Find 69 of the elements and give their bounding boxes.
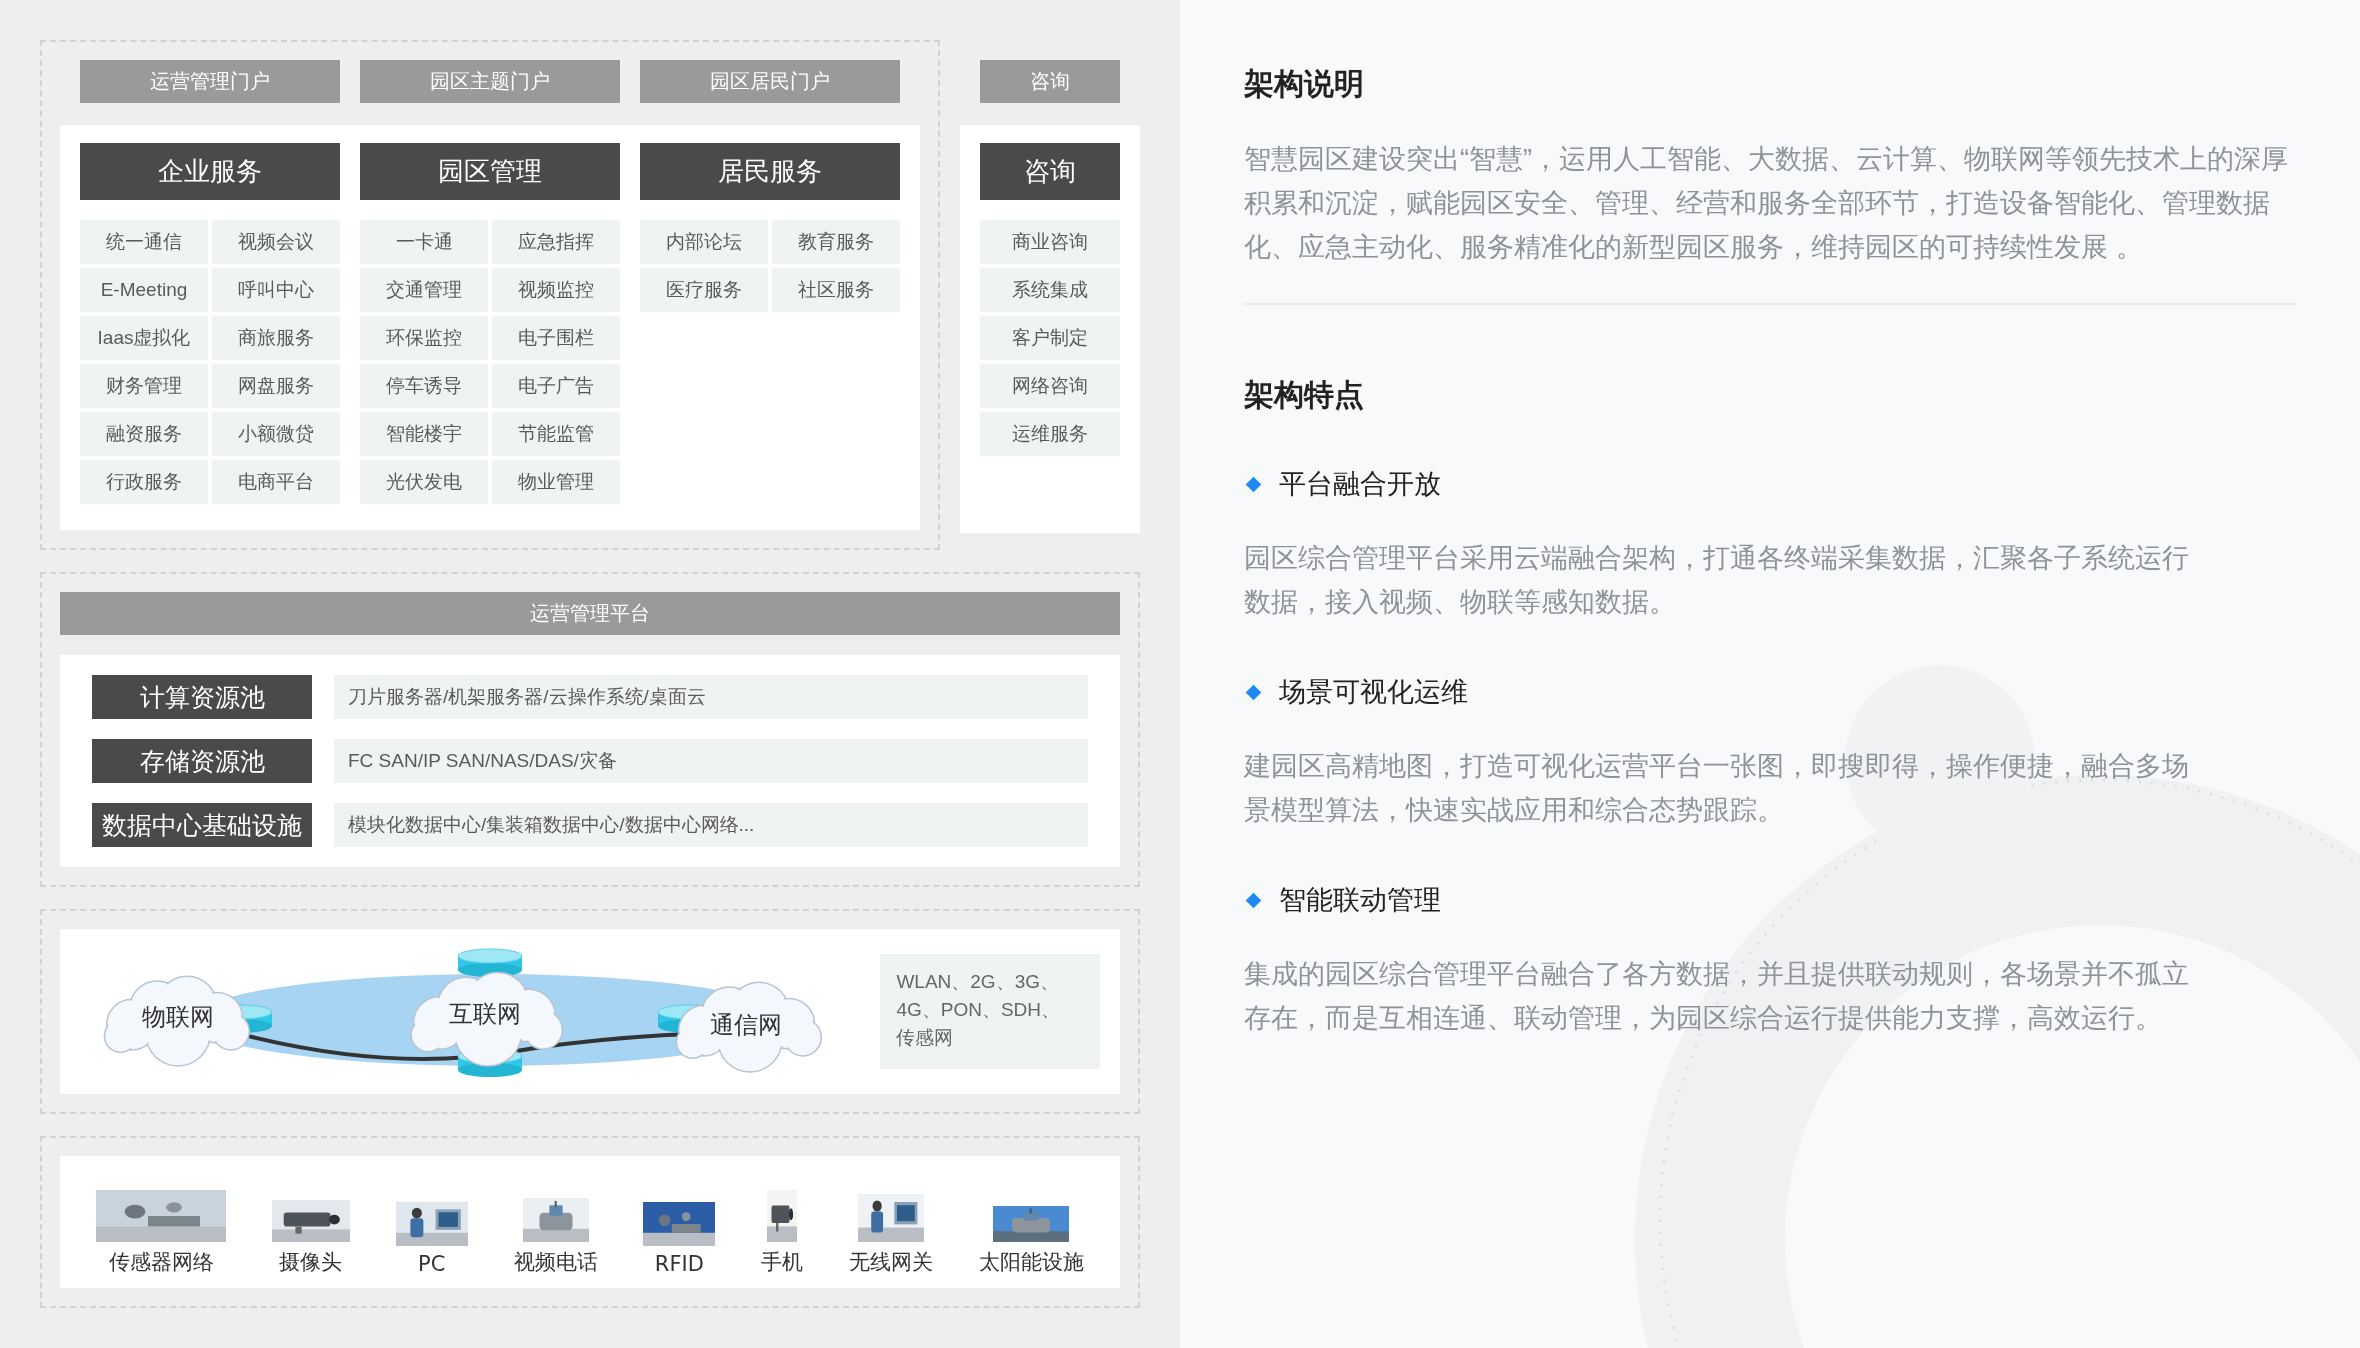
service-item: 智能楼宇 (360, 412, 488, 456)
device-label: 手机 (761, 1249, 804, 1276)
service-item: 电子围栏 (492, 316, 620, 360)
network-label: 物联网 (142, 1001, 214, 1032)
feature-title: 平台融合开放 (1279, 468, 1441, 501)
resource-label: 数据中心基础设施 (92, 803, 312, 847)
service-item: 电商平台 (212, 460, 340, 504)
service-item: 应急指挥 (492, 220, 620, 264)
service-item: 教育服务 (772, 220, 900, 264)
service-item: E-Meeting (80, 268, 208, 312)
service-item: 停车诱导 (360, 364, 488, 408)
resource-value: 刀片服务器/机架服务器/云操作系统/桌面云 (334, 675, 1088, 719)
service-item: 电子广告 (492, 364, 620, 408)
platform-header: 运营管理平台 (60, 592, 1120, 635)
section-title: 架构说明 (1244, 66, 1365, 102)
resource-label: 计算资源池 (92, 675, 312, 719)
service-item: 系统集成 (980, 268, 1120, 312)
service-item: 小额微贷 (212, 412, 340, 456)
service-item: 客户制定 (980, 316, 1120, 360)
service-item: 商业咨询 (980, 220, 1120, 264)
network-note: WLAN、2G、3G、 4G、PON、SDH、 传感网 (880, 954, 1100, 1069)
resource-label: 存储资源池 (92, 739, 312, 783)
portal-header: 园区居民门户 (640, 60, 900, 103)
service-header: 园区管理 (360, 143, 620, 200)
network-label: 通信网 (710, 1009, 782, 1040)
service-header: 企业服务 (80, 143, 340, 200)
service-item: 物业管理 (492, 460, 620, 504)
service-item: 光伏发电 (360, 460, 488, 504)
service-item: 行政服务 (80, 460, 208, 504)
service-item: 统一通信 (80, 220, 208, 264)
network-label: 互联网 (449, 998, 521, 1029)
device-label: 太阳能设施 (978, 1249, 1084, 1276)
service-item: 医疗服务 (640, 268, 768, 312)
portal-header: 园区主题门户 (360, 60, 620, 103)
service-item: 融资服务 (80, 412, 208, 456)
device-label: 无线网关 (849, 1249, 934, 1276)
service-item: 商旅服务 (212, 316, 340, 360)
resource-value: FC SAN/IP SAN/NAS/DAS/灾备 (334, 739, 1088, 783)
service-item: 节能监管 (492, 412, 620, 456)
service-item: 社区服务 (772, 268, 900, 312)
feature-text: 园区综合管理平台采用云端融合架构，打通各终端采集数据，汇聚各子系统运行数据，接入视频、物联等感知数据。 (1244, 542, 2190, 619)
device-label: 传感器网络 (108, 1249, 214, 1276)
device-label: 视频电话 (513, 1249, 598, 1276)
description-text: 智慧园区建设突出“智慧”，运用人工智能、大数据、云计算、物联网等领先技术上的深厚积累和沉淀，赋能园区安全、管理、经营和服务全部环节，打造设备智能化、管理数据化、应急主动化、服务精准化的新型园区服务，维持园区的可持续性发展 。 (1244, 143, 2289, 264)
service-header: 居民服务 (640, 143, 900, 200)
feature-title: 场景可视化运维 (1279, 676, 1468, 709)
service-item: 交通管理 (360, 268, 488, 312)
device-label: PC (418, 1252, 446, 1276)
service-item: 一卡通 (360, 220, 488, 264)
resource-value: 模块化数据中心/集装箱数据中心/数据中心网络... (334, 803, 1088, 847)
section-title: 架构特点 (1244, 377, 1365, 413)
service-item: Iaas虚拟化 (80, 316, 208, 360)
service-item: 环保监控 (360, 316, 488, 360)
feature-title: 智能联动管理 (1279, 884, 1441, 917)
service-header: 咨询 (980, 143, 1120, 200)
portal-header: 咨询 (980, 60, 1120, 103)
service-item: 视频监控 (492, 268, 620, 312)
service-item: 网盘服务 (212, 364, 340, 408)
service-item: 内部论坛 (640, 220, 768, 264)
device-label: RFID (654, 1252, 704, 1276)
feature-text: 建园区高精地图，打造可视化运营平台一张图，即搜即得，操作便捷，融合多场景模型算法，快速实战应用和综合态势跟踪。 (1244, 750, 2190, 827)
service-item: 网络咨询 (980, 364, 1120, 408)
portal-header: 运营管理门户 (80, 60, 340, 103)
service-item: 运维服务 (980, 412, 1120, 456)
service-item: 视频会议 (212, 220, 340, 264)
service-item: 呼叫中心 (212, 268, 340, 312)
device-label: 摄像头 (279, 1249, 343, 1276)
service-item: 财务管理 (80, 364, 208, 408)
feature-text: 集成的园区综合管理平台融合了各方数据，并且提供联动规则，各场景并不孤立存在，而是互相连通、联动管理，为园区综合运行提供能力支撑，高效运行。 (1244, 958, 2190, 1035)
